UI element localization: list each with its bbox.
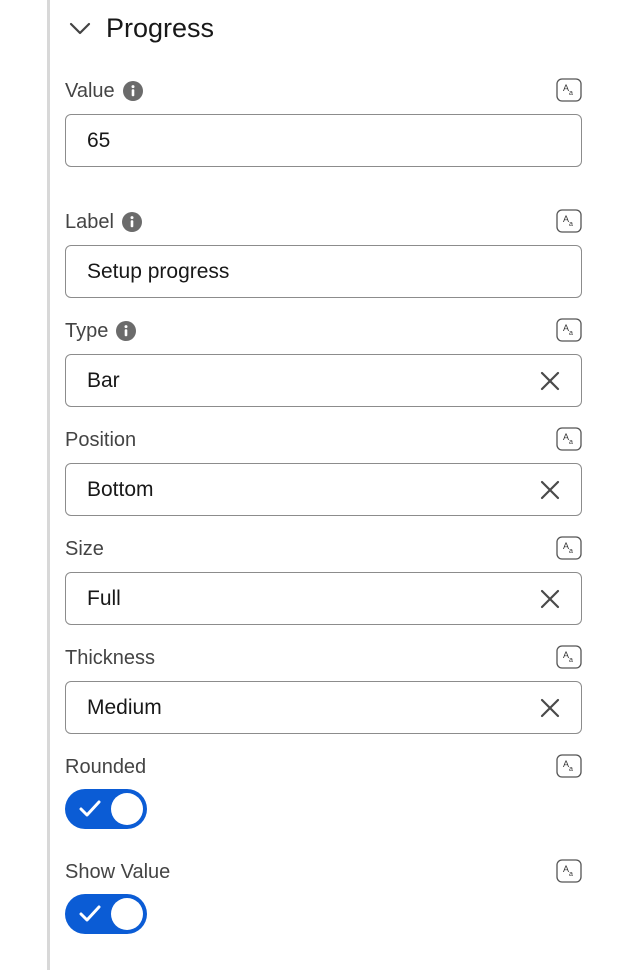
value-field: Value A a 65 xyxy=(65,77,582,167)
svg-text:a: a xyxy=(569,548,573,555)
type-field: Type A a Bar xyxy=(65,317,582,407)
show-value-label: Show Value xyxy=(65,860,171,883)
clear-icon[interactable] xyxy=(539,479,561,501)
value-label: Value xyxy=(65,79,115,102)
info-icon[interactable] xyxy=(122,81,143,101)
position-select[interactable]: Bottom xyxy=(65,463,582,516)
toggle-knob xyxy=(111,793,143,825)
svg-text:a: a xyxy=(569,766,573,773)
svg-text:a: a xyxy=(569,871,573,878)
thickness-label: Thickness xyxy=(65,646,156,669)
formula-icon[interactable]: A a xyxy=(556,209,582,233)
formula-icon[interactable]: A a xyxy=(556,645,582,669)
thickness-field: Thickness A a Medium xyxy=(65,644,582,734)
position-label: Position xyxy=(65,428,137,451)
label-input[interactable]: Setup progress xyxy=(65,245,582,298)
checkmark-icon xyxy=(79,905,101,922)
formula-icon[interactable]: A a xyxy=(556,427,582,451)
info-icon[interactable] xyxy=(121,212,142,232)
show-value-field: Show Value A a xyxy=(65,858,582,934)
label-label: Label xyxy=(65,210,114,233)
rounded-label: Rounded xyxy=(65,755,147,778)
formula-icon[interactable]: A a xyxy=(556,754,582,778)
rounded-toggle[interactable] xyxy=(65,789,147,829)
clear-icon[interactable] xyxy=(539,697,561,719)
size-field: Size A a Full xyxy=(65,535,582,625)
left-divider xyxy=(47,0,50,970)
clear-icon[interactable] xyxy=(539,588,561,610)
chevron-down-icon[interactable] xyxy=(68,16,92,40)
svg-text:a: a xyxy=(569,439,573,446)
svg-text:a: a xyxy=(569,221,573,228)
formula-icon[interactable]: A a xyxy=(556,859,582,883)
formula-icon[interactable]: A a xyxy=(556,318,582,342)
svg-text:a: a xyxy=(569,657,573,664)
formula-icon[interactable]: A a xyxy=(556,536,582,560)
section-title: Progress xyxy=(106,12,215,43)
svg-text:a: a xyxy=(569,330,573,337)
type-label: Type xyxy=(65,319,109,342)
rounded-field: Rounded A a xyxy=(65,753,582,829)
info-icon[interactable] xyxy=(116,321,137,341)
checkmark-icon xyxy=(79,800,101,817)
label-field: Label A a Setup progress xyxy=(65,208,582,298)
svg-text:a: a xyxy=(569,90,573,97)
value-input[interactable]: 65 xyxy=(65,114,582,167)
clear-icon[interactable] xyxy=(539,370,561,392)
size-select[interactable]: Full xyxy=(65,572,582,625)
size-label: Size xyxy=(65,537,104,560)
show-value-toggle[interactable] xyxy=(65,894,147,934)
thickness-select[interactable]: Medium xyxy=(65,681,582,734)
position-field: Position A a Bottom xyxy=(65,426,582,516)
formula-icon[interactable]: A a xyxy=(556,78,582,102)
toggle-knob xyxy=(111,898,143,930)
type-select[interactable]: Bar xyxy=(65,354,582,407)
progress-section-header[interactable]: Progress xyxy=(68,8,214,48)
